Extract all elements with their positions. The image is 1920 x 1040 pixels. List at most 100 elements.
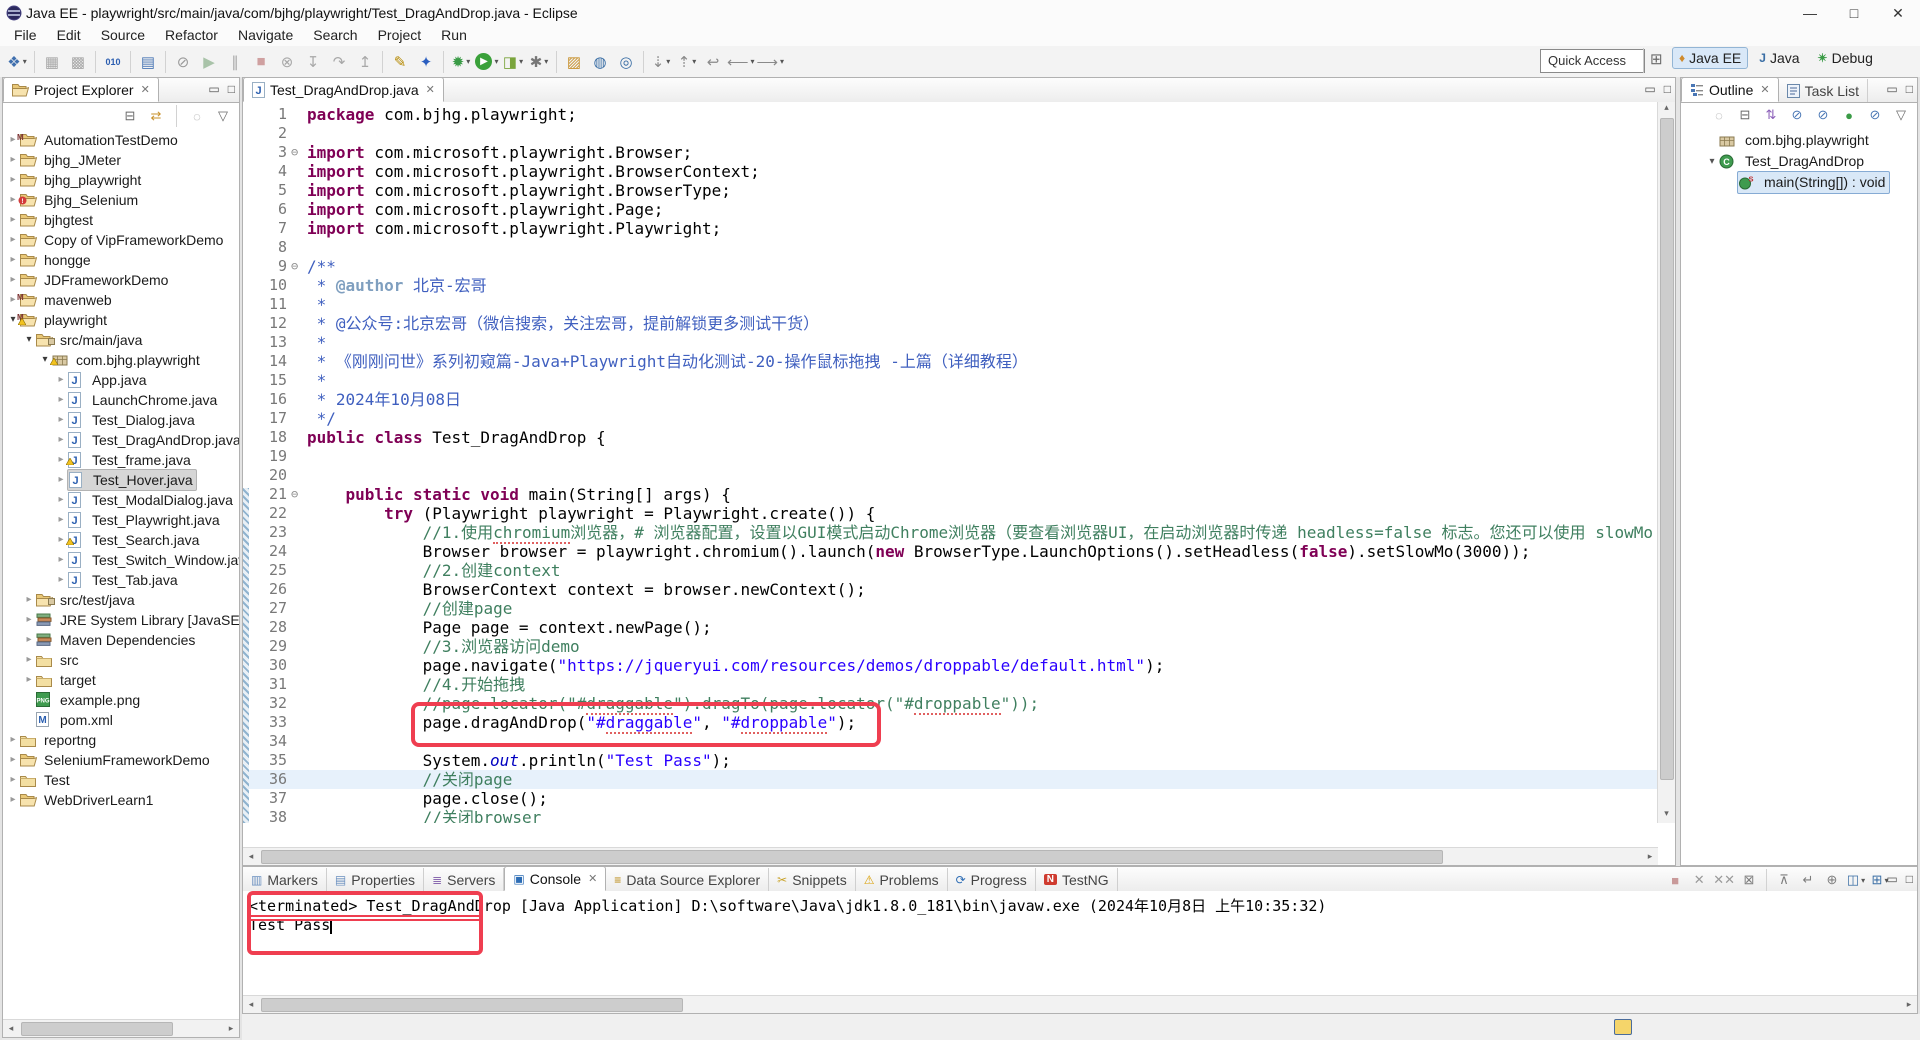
outline-view-menu-button[interactable]: ▽	[1892, 105, 1910, 125]
chevron-down-icon[interactable]: ▾	[519, 57, 523, 66]
collapse-icon[interactable]: ▾	[7, 310, 19, 330]
tree-item-test-draganddrop-java[interactable]: ▸ J Test_DragAndDrop.java	[3, 430, 239, 450]
tab-problems[interactable]: ⚠ Problems	[856, 868, 948, 891]
explorer-view-menu-button[interactable]: ▽	[214, 106, 232, 126]
horizontal-scrollbar[interactable]: ◂ ▸	[243, 995, 1917, 1013]
tree-item-test-dialog-java[interactable]: ▸ J Test_Dialog.java	[3, 410, 239, 430]
code-line-15[interactable]: 15 *	[243, 371, 1675, 390]
maximize-view-icon[interactable]: □	[1664, 82, 1671, 96]
tab-progress[interactable]: ⟳ Progress	[948, 868, 1036, 891]
code-line-14[interactable]: 14 * 《刚刚问世》系列初窥篇-Java+Playwright自动化测试-20…	[243, 352, 1675, 371]
tree-item-seleniumframeworkdemo[interactable]: ▸ SeleniumFrameworkDemo	[3, 750, 239, 770]
collapse-icon[interactable]: ▾	[23, 330, 35, 350]
expand-icon[interactable]: ▸	[23, 610, 35, 630]
expand-icon[interactable]: ▸	[23, 650, 35, 670]
tab-testng[interactable]: N TestNG	[1036, 868, 1118, 891]
chevron-down-icon[interactable]: ▾	[466, 57, 470, 66]
tree-item-test-playwright-java[interactable]: ▸ J Test_Playwright.java	[3, 510, 239, 530]
tree-item-bjhg-playwright[interactable]: ▸ bjhg_playwright	[3, 170, 239, 190]
expand-icon[interactable]: ▸	[7, 290, 19, 310]
tab-editor-file[interactable]: J Test_DragAndDrop.java ✕	[243, 77, 444, 102]
console-display-selected-console-button[interactable]: ◫ ▾	[1846, 870, 1866, 890]
toolbar-search-button[interactable]: ✦	[414, 50, 438, 74]
minimize-button[interactable]: —	[1788, 0, 1832, 26]
tree-item-target[interactable]: ▸ target	[3, 670, 239, 690]
expand-icon[interactable]: ▸	[55, 550, 67, 570]
code-line-12[interactable]: 12 * @公众号:北京宏哥（微信搜索，关注宏哥，提前解锁更多测试干货）	[243, 314, 1675, 333]
tree-item-hongge[interactable]: ▸ hongge	[3, 250, 239, 270]
scrollbar-thumb[interactable]	[261, 850, 1443, 864]
outline-hide-local-types-button[interactable]: ⊘	[1866, 105, 1884, 125]
code-line-29[interactable]: 29 //3.浏览器访问demo	[243, 637, 1675, 656]
tree-item-src-main-java[interactable]: ▾ src/main/java	[3, 330, 239, 350]
tree-item-reportng[interactable]: ▸ reportng	[3, 730, 239, 750]
code-line-2[interactable]: 2	[243, 124, 1675, 143]
code-line-21[interactable]: 21 ⊖ public static void main(String[] arg…	[243, 485, 1675, 504]
code-line-28[interactable]: 28 Page page = context.newPage();	[243, 618, 1675, 637]
menu-source[interactable]: Source	[91, 26, 155, 46]
tree-item-src-test-java[interactable]: ▸ src/test/java	[3, 590, 239, 610]
expand-icon[interactable]: ▸	[7, 170, 19, 190]
horizontal-scrollbar[interactable]: ◂ ▸	[243, 847, 1658, 865]
chevron-down-icon[interactable]: ▾	[666, 57, 670, 66]
console-remove-all-launches-button[interactable]: ✕✕	[1713, 870, 1735, 890]
code-line-17[interactable]: 17 */	[243, 409, 1675, 428]
toolbar-new-wizard-button[interactable]: ❖ ▾	[5, 50, 29, 74]
tab-markers[interactable]: ▥ Markers	[243, 868, 327, 891]
code-line-30[interactable]: 30 page.navigate("https://jqueryui.com/r…	[243, 656, 1675, 675]
status-tray-icon[interactable]	[1614, 1019, 1632, 1035]
scrollbar-thumb[interactable]	[21, 1022, 173, 1036]
close-icon[interactable]: ✕	[1760, 83, 1769, 96]
perspective-debug[interactable]: ✴ Debug	[1811, 47, 1880, 69]
code-line-27[interactable]: 27 //创建page	[243, 599, 1675, 618]
menu-navigate[interactable]: Navigate	[228, 26, 303, 46]
chevron-down-icon[interactable]: ▾	[23, 57, 27, 66]
toolbar-prev-annotation-button[interactable]: ⇡ ▾	[675, 50, 699, 74]
code-line-8[interactable]: 8	[243, 238, 1675, 257]
code-line-36[interactable]: 36 //关闭page	[243, 770, 1675, 789]
maximize-view-icon[interactable]: □	[1906, 82, 1913, 96]
explorer-link-with-editor-button[interactable]: ⇄	[147, 106, 165, 126]
outline-item-com-bjhg-playwright[interactable]: com.bjhg.playwright	[1681, 130, 1917, 151]
toolbar-suspend-button[interactable]: ∥	[223, 50, 247, 74]
console-remove-launch-button[interactable]: ✕	[1689, 870, 1709, 890]
expand-icon[interactable]: ▸	[55, 410, 67, 430]
chevron-down-icon[interactable]: ▾	[1861, 876, 1865, 885]
code-line-9[interactable]: 9 ⊖ /**	[243, 257, 1675, 276]
scroll-up-icon[interactable]: ▴	[1658, 102, 1675, 117]
expand-icon[interactable]: ▸	[55, 510, 67, 530]
perspective-java[interactable]: J Java	[1752, 47, 1806, 69]
toolbar-run-button[interactable]: ▶ ▾	[475, 50, 499, 74]
tree-item-webdriverlearn1[interactable]: ▸ WebDriverLearn1	[3, 790, 239, 810]
toolbar-coverage-button[interactable]: ◨ ▾	[501, 50, 525, 74]
expand-icon[interactable]: ▸	[55, 570, 67, 590]
toolbar-binary-view-button[interactable]: 010	[101, 50, 125, 74]
outline-tree[interactable]: com.bjhg.playwright ▾ C Test_DragAndDrop Sma…	[1681, 130, 1917, 865]
chevron-down-icon[interactable]: ▾	[544, 57, 548, 66]
close-icon[interactable]: ✕	[588, 872, 597, 885]
code-line-32[interactable]: 32 //page.locator("#draggable").dragTo(p…	[243, 694, 1675, 715]
console-terminate-button[interactable]: ■	[1665, 870, 1685, 890]
expand-icon[interactable]: ▸	[55, 490, 67, 510]
console-clear-console-button[interactable]: ⊠	[1739, 870, 1759, 890]
toolbar-new-project-button[interactable]: ▨	[562, 50, 586, 74]
code-line-11[interactable]: 11 *	[243, 295, 1675, 314]
vertical-scrollbar[interactable]: ▴ ▾	[1657, 102, 1675, 823]
explorer-collapse-all-button[interactable]: ⊟	[121, 106, 139, 126]
code-line-38[interactable]: 38 //关闭browser	[243, 808, 1675, 823]
code-line-5[interactable]: 5 import com.microsoft.playwright.Browser…	[243, 181, 1675, 200]
tree-item-copy-of-vipframeworkdemo[interactable]: ▸ Copy of VipFrameworkDemo	[3, 230, 239, 250]
code-line-31[interactable]: 31 //4.开始拖拽	[243, 675, 1675, 694]
tree-item-app-java[interactable]: ▸ J App.java	[3, 370, 239, 390]
tree-item-launchchrome-java[interactable]: ▸ J LaunchChrome.java	[3, 390, 239, 410]
explorer-focus-button[interactable]: ◌	[188, 106, 206, 126]
scrollbar-thumb[interactable]	[261, 998, 683, 1012]
expand-icon[interactable]: ▸	[55, 470, 67, 490]
code-line-25[interactable]: 25 //2.创建context	[243, 561, 1675, 580]
code-line-22[interactable]: 22 try (Playwright playwright = Playwrig…	[243, 504, 1675, 523]
minimize-view-icon[interactable]: ▭	[208, 82, 219, 96]
tree-item-test-switch-window-java[interactable]: ▸ J Test_Switch_Window.java	[3, 550, 239, 570]
expand-icon[interactable]: ▸	[55, 370, 67, 390]
menu-edit[interactable]: Edit	[47, 26, 91, 46]
minimize-view-icon[interactable]: ▭	[1886, 82, 1897, 96]
